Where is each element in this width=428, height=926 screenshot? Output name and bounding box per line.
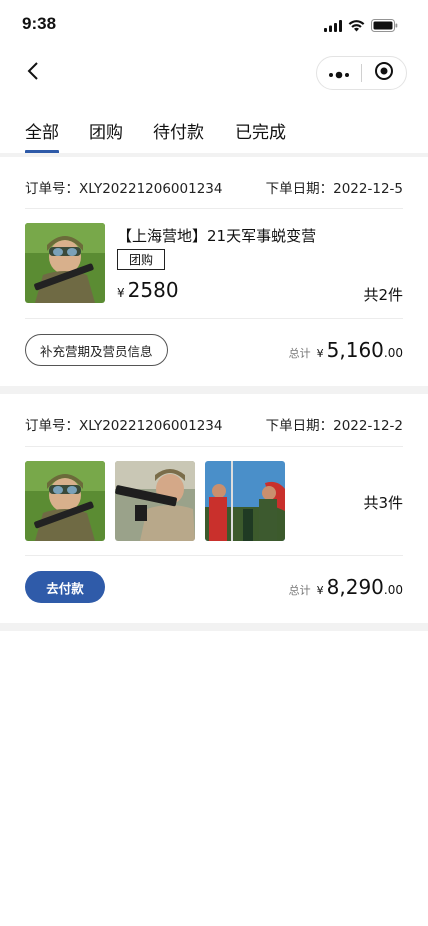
tab-all[interactable]: 全部	[25, 118, 59, 143]
total-label: 总计	[288, 584, 311, 597]
divider	[25, 318, 403, 319]
status-bar: 9:38	[0, 0, 428, 50]
product-title[interactable]: 【上海营地】21天军事蜕变营	[117, 225, 316, 246]
divider	[25, 208, 403, 209]
order-date: 下单日期：2022-12-2	[265, 418, 403, 434]
order-total: 总计 ¥ 5,160 .00	[289, 338, 403, 362]
order-number: 订单号：XLY20221206001234	[25, 418, 223, 434]
order-number: 订单号：XLY20221206001234	[25, 181, 223, 197]
order-card: 订单号：XLY20221206001234 下单日期：2022-12-2 共3件…	[0, 394, 428, 623]
currency-symbol: ¥	[316, 584, 324, 597]
total-decimal: .00	[383, 583, 403, 597]
price-value: 2580	[127, 278, 179, 302]
divider	[25, 555, 403, 556]
tab-pending-payment[interactable]: 待付款	[153, 118, 204, 143]
mini-program-capsule	[316, 56, 407, 90]
product-image-kid-camo[interactable]	[25, 223, 105, 303]
product-price: ¥2580	[117, 278, 179, 302]
card-gap	[0, 623, 428, 631]
order-total: 总计 ¥ 8,290 .00	[289, 575, 403, 599]
target-circle-icon	[374, 61, 394, 85]
total-decimal: .00	[383, 346, 403, 360]
group-buy-tag: 团购	[117, 249, 165, 270]
order-tabs: 全部 团购 待付款 已完成	[0, 110, 428, 154]
product-image-kid-camo[interactable]	[25, 461, 105, 541]
nav-bar	[0, 50, 428, 96]
battery-icon	[371, 17, 398, 36]
order-header: 订单号：XLY20221206001234 下单日期：2022-12-5	[25, 177, 403, 197]
total-integer: 8,290	[326, 575, 384, 599]
order-card: 订单号：XLY20221206001234 下单日期：2022-12-5 【上海…	[0, 157, 428, 386]
order-header: 订单号：XLY20221206001234 下单日期：2022-12-2	[25, 414, 403, 434]
currency-symbol: ¥	[117, 286, 125, 300]
signal-icon	[324, 17, 342, 36]
wifi-icon	[348, 17, 365, 36]
item-count: 共2件	[363, 286, 403, 304]
chevron-left-icon	[27, 62, 39, 84]
total-label: 总计	[288, 347, 311, 360]
divider	[25, 446, 403, 447]
product-image-kid-rifle[interactable]	[115, 461, 195, 541]
pay-now-button[interactable]: 去付款	[25, 571, 105, 603]
item-count: 共3件	[363, 494, 403, 512]
order-date: 下单日期：2022-12-5	[265, 181, 403, 197]
product-image-flag-ceremony[interactable]	[205, 461, 285, 541]
add-camp-info-button[interactable]: 补充营期及营员信息	[25, 334, 168, 366]
tab-completed[interactable]: 已完成	[235, 118, 286, 143]
status-icons	[324, 17, 398, 36]
back-button[interactable]	[20, 60, 46, 86]
more-dots-icon	[328, 64, 350, 83]
currency-symbol: ¥	[316, 347, 324, 360]
card-gap	[0, 386, 428, 394]
more-button[interactable]	[317, 57, 361, 89]
close-mini-program-button[interactable]	[362, 57, 406, 89]
tab-group-buy[interactable]: 团购	[89, 118, 123, 143]
total-integer: 5,160	[326, 338, 384, 362]
status-time: 9:38	[22, 14, 57, 33]
